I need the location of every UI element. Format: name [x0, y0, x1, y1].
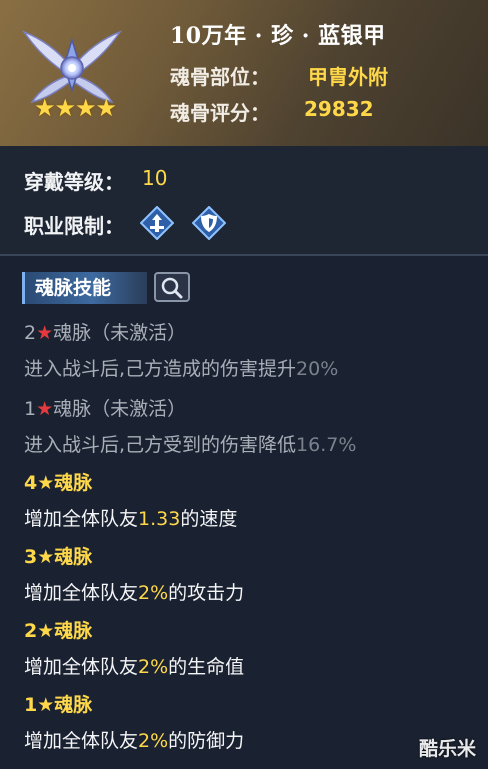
class-limit-label: 职业限制：	[24, 214, 124, 238]
skill-title: 2★魂脉	[24, 620, 93, 642]
wear-level-value: 10	[142, 166, 168, 190]
star-icon: ★	[36, 322, 54, 344]
slot-label: 魂骨部位：	[170, 65, 270, 89]
skill-title: 2★魂脉（未激活）	[24, 322, 187, 344]
star-icon: ★	[37, 472, 55, 494]
star-icon: ★	[36, 398, 54, 420]
score-label: 魂骨评分：	[170, 101, 270, 125]
star-icon: ★	[37, 694, 55, 716]
watermark: 酷乐米	[418, 738, 476, 760]
search-button[interactable]	[154, 272, 190, 302]
item-header: ★★★★ 10万年 · 珍 · 蓝银甲 魂骨部位： 甲胄外附 魂骨评分： 298…	[0, 0, 488, 147]
star-icon: ★	[37, 620, 55, 642]
star-icon: ★	[37, 546, 55, 568]
rarity-stars: ★★★★	[34, 94, 117, 122]
skill-description: 进入战斗后,己方造成的伤害提升20%	[24, 358, 339, 380]
skill-description: 增加全体队友2%的生命值	[24, 656, 245, 678]
slot-row: 魂骨部位： 甲胄外附	[170, 61, 388, 90]
skill-title: 3★魂脉	[24, 546, 93, 568]
skill-description: 增加全体队友2%的攻击力	[24, 582, 245, 604]
skill-title: 1★魂脉（未激活）	[24, 398, 187, 420]
requirements-panel: 穿戴等级： 10 职业限制：	[0, 146, 488, 254]
class-attack-icon[interactable]	[140, 206, 174, 240]
search-icon	[161, 277, 183, 299]
skill-title: 1★魂脉	[24, 694, 93, 716]
tab-soul-vein-skills[interactable]: 魂脉技能	[22, 272, 147, 304]
slot-value: 甲胄外附	[308, 65, 388, 89]
skill-title: 4★魂脉	[24, 472, 93, 494]
skill-description: 进入战斗后,己方受到的伤害降低16.7%	[24, 434, 357, 456]
skill-description: 增加全体队友1.33的速度	[24, 508, 238, 530]
section-divider	[0, 254, 488, 256]
item-title: 10万年 · 珍 · 蓝银甲	[170, 23, 386, 49]
score-value: 29832	[304, 97, 374, 121]
class-defense-icon[interactable]	[192, 206, 226, 240]
score-row: 魂骨评分： 29832	[170, 97, 374, 126]
wear-level-label: 穿戴等级：	[24, 170, 124, 194]
skill-description: 增加全体队友2%的防御力	[24, 730, 245, 752]
